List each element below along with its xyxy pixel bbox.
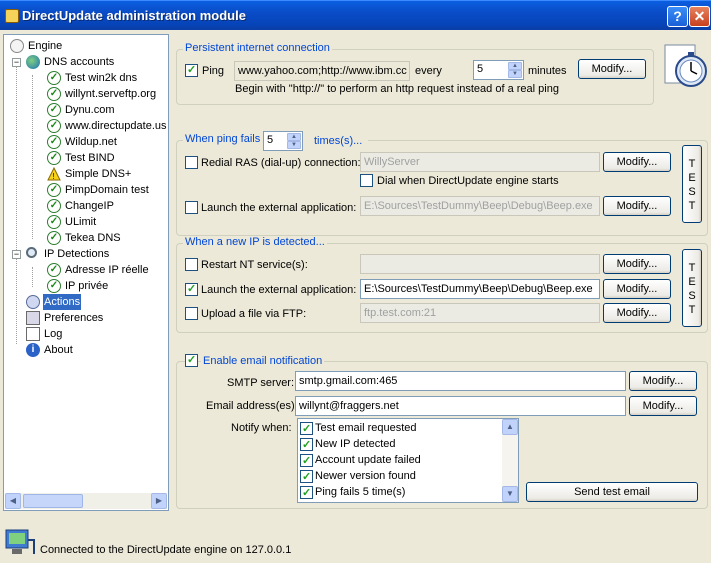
tree-horizontal-scrollbar[interactable]: ◀ ▶: [5, 493, 167, 509]
log-icon: [26, 327, 40, 341]
ping-fails-launch-checkbox[interactable]: [185, 201, 198, 214]
check-circle-icon: ✓: [47, 231, 61, 245]
ping-fails-title: When ping fails: [185, 133, 261, 145]
check-circle-icon: ✓: [47, 263, 61, 277]
redial-checkbox[interactable]: [185, 156, 198, 169]
minutes-spinner[interactable]: 5 ▲ ▼: [473, 60, 524, 80]
ping-fails-test-button[interactable]: T E S T: [682, 145, 702, 223]
smtp-modify-button[interactable]: Modify...: [629, 371, 697, 391]
ping-modify-button[interactable]: Modify...: [578, 59, 646, 79]
notify-list-scrollbar[interactable]: ▲ ▼: [502, 419, 518, 502]
ping-fails-count-spinner[interactable]: 5 ▲ ▼: [263, 131, 303, 151]
ping-fails-suffix: times(s)...: [312, 134, 365, 148]
window-title: DirectUpdate administration module: [22, 8, 246, 23]
ftp-server-field[interactable]: ftp.test.com:21: [360, 303, 600, 323]
check-circle-icon: ✓: [47, 71, 61, 85]
notify-test-email-checkbox[interactable]: [300, 421, 313, 437]
check-circle-icon: ✓: [47, 151, 61, 165]
restart-service-modify-button[interactable]: Modify...: [603, 254, 671, 274]
navigation-tree: Engine − DNS accounts ✓ Test win2k dns ✓…: [3, 34, 169, 511]
expand-ip-detections-icon[interactable]: −: [12, 250, 21, 259]
new-ip-launch-checkbox[interactable]: [185, 282, 198, 296]
redial-modify-button[interactable]: Modify...: [603, 152, 671, 172]
ftp-modify-button[interactable]: Modify...: [603, 303, 671, 323]
warning-icon: !: [47, 166, 61, 181]
scroll-thumb[interactable]: [23, 494, 83, 508]
new-ip-test-button[interactable]: T E S T: [682, 249, 702, 327]
engine-icon: [10, 39, 24, 53]
check-circle-icon: ✓: [47, 183, 61, 197]
preferences-icon: [26, 311, 40, 325]
network-connection-icon: [5, 529, 35, 554]
minutes-label: minutes: [528, 65, 567, 77]
ping-fails-launch-label: Launch the external application:: [201, 202, 357, 214]
notify-when-label: Notify when:: [231, 422, 292, 434]
restart-service-checkbox[interactable]: [185, 258, 198, 271]
enable-email-checkbox[interactable]: [185, 353, 198, 367]
spin-down-icon[interactable]: ▼: [508, 70, 522, 78]
dial-on-start-label: Dial when DirectUpdate engine starts: [377, 175, 559, 187]
ping-checkbox[interactable]: [185, 63, 198, 77]
check-circle-icon: ✓: [47, 215, 61, 229]
ping-label: Ping: [202, 65, 225, 77]
spin-up-icon[interactable]: ▲: [287, 133, 301, 141]
help-button[interactable]: ?: [667, 6, 688, 27]
expand-dns-accounts-icon[interactable]: −: [12, 58, 21, 67]
globe-icon: [26, 55, 40, 69]
spin-up-icon[interactable]: ▲: [508, 62, 522, 70]
smtp-label: SMTP server:: [227, 377, 295, 389]
new-ip-launch-modify-button[interactable]: Modify...: [603, 279, 671, 299]
notify-new-ip-checkbox[interactable]: [300, 437, 313, 453]
notify-ping-fails-checkbox[interactable]: [300, 485, 313, 501]
scroll-left-icon[interactable]: ◀: [5, 493, 21, 509]
check-circle-icon: ✓: [47, 199, 61, 213]
restart-service-field[interactable]: [360, 254, 600, 274]
title-bar: DirectUpdate administration module ? ✕: [0, 0, 711, 30]
info-icon: i: [26, 343, 40, 357]
check-circle-icon: ✓: [47, 135, 61, 149]
magnifier-icon: [26, 247, 37, 258]
check-circle-icon: ✓: [47, 279, 61, 293]
new-ip-launch-path-field[interactable]: E:\Sources\TestDummy\Beep\Debug\Beep.exe: [360, 279, 600, 299]
every-label: every: [415, 65, 442, 77]
notify-list: Test email requested New IP detected Acc…: [297, 418, 519, 503]
redial-connection-field[interactable]: WillyServer: [360, 152, 600, 172]
notify-update-failed-checkbox[interactable]: [300, 453, 313, 469]
stopwatch-icon: [664, 44, 707, 87]
email-address-label: Email address(es):: [206, 400, 298, 412]
persistent-connection-title: Persistent internet connection: [183, 42, 332, 54]
email-address-field[interactable]: willynt@fraggers.net: [295, 396, 626, 416]
spin-down-icon[interactable]: ▼: [287, 141, 301, 149]
email-modify-button[interactable]: Modify...: [629, 396, 697, 416]
app-icon: [5, 9, 19, 23]
send-test-email-button[interactable]: Send test email: [526, 482, 698, 502]
check-circle-icon: ✓: [47, 119, 61, 133]
dial-on-start-checkbox[interactable]: [360, 174, 373, 187]
restart-service-label: Restart NT service(s):: [201, 259, 308, 271]
ping-hint-text: Begin with "http://" to perform an http …: [235, 83, 559, 95]
ping-fails-launch-modify-button[interactable]: Modify...: [603, 196, 671, 216]
ping-fails-launch-path-field[interactable]: E:\Sources\TestDummy\Beep\Debug\Beep.exe: [360, 196, 600, 216]
redial-label: Redial RAS (dial-up) connection:: [201, 157, 361, 169]
scroll-down-icon[interactable]: ▼: [502, 486, 518, 502]
svg-text:!: !: [53, 172, 55, 181]
new-ip-launch-label: Launch the external application:: [201, 284, 357, 296]
scroll-up-icon[interactable]: ▲: [502, 419, 518, 435]
ping-hosts-field[interactable]: www.yahoo.com;http://www.ibm.cc: [234, 61, 410, 81]
check-circle-icon: ✓: [47, 87, 61, 101]
new-ip-title: When a new IP is detected...: [183, 236, 327, 248]
actions-icon: [26, 295, 40, 309]
enable-email-label: Enable email notification: [201, 354, 325, 368]
scroll-right-icon[interactable]: ▶: [151, 493, 167, 509]
ftp-upload-checkbox[interactable]: [185, 307, 198, 320]
smtp-server-field[interactable]: smtp.gmail.com:465: [295, 371, 626, 391]
check-circle-icon: ✓: [47, 103, 61, 117]
close-button[interactable]: ✕: [689, 6, 710, 27]
ftp-upload-label: Upload a file via FTP:: [201, 308, 307, 320]
notify-newer-version-checkbox[interactable]: [300, 469, 313, 485]
status-text: Connected to the DirectUpdate engine on …: [40, 544, 292, 556]
